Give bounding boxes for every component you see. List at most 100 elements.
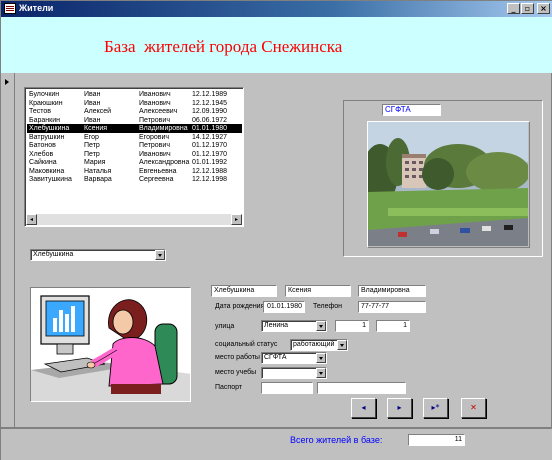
list-item[interactable]: Краюшкин Иван Иванович 12.12.1945 [27, 99, 242, 108]
social-status-combo[interactable]: работающий [290, 339, 348, 351]
patronymic-field[interactable]: Владимировна [358, 285, 426, 297]
resident-first-name: Петр [84, 150, 100, 158]
passport-number-field[interactable] [317, 382, 406, 394]
total-residents-label: Всего жителей в базе: [290, 435, 383, 445]
resident-search-combo[interactable]: Хлебушкина [30, 249, 166, 261]
chevron-down-icon[interactable] [155, 250, 165, 260]
resident-birth-date: 01.01.1992 [192, 159, 228, 166]
resident-patronymic: Алексеевич [139, 108, 178, 115]
residents-window: Жители _ ▫ × База жителей города Снежинс… [0, 0, 552, 460]
record-selector[interactable] [1, 73, 15, 427]
resident-first-name: Иван [84, 116, 101, 124]
resident-first-name: Ксения [84, 125, 108, 132]
form-header: База жителей города Снежинска [1, 17, 552, 73]
list-item[interactable]: Баранкин Иван Петрович 06.06.1972 [27, 116, 242, 125]
list-horizontal-scrollbar[interactable]: ◂ ▸ [26, 214, 242, 225]
chevron-down-icon[interactable] [316, 368, 326, 378]
close-button[interactable]: × [537, 3, 550, 14]
resident-birth-date: 12.12.1988 [192, 167, 228, 175]
resident-first-name: Петр [84, 142, 100, 149]
resident-last-name: Булочкин [29, 91, 60, 98]
resident-first-name: Алексей [84, 108, 112, 115]
photo-caption: СГФТА [382, 104, 441, 116]
resident-first-name: Иван [84, 91, 101, 98]
resident-patronymic: Петрович [139, 142, 170, 149]
resident-patronymic: Владимировна [139, 125, 188, 132]
resident-first-name: Иван [84, 99, 101, 107]
chevron-down-icon[interactable] [316, 321, 326, 331]
phone-field[interactable]: 77-77-77 [358, 301, 426, 313]
window-title: Жители [19, 3, 54, 13]
list-item[interactable]: Маковкина Наталья Евгеньевна 12.12.1988 [27, 167, 242, 176]
resident-first-name: Варвара [84, 176, 112, 183]
new-record-button[interactable]: ▸* [423, 398, 448, 418]
form-icon [4, 3, 16, 14]
resident-last-name: Хлебов [29, 150, 54, 158]
computer-user-clipart [30, 287, 191, 402]
scroll-left-icon[interactable]: ◂ [26, 214, 37, 225]
resident-last-name: Маковкина [29, 167, 65, 175]
workplace-combo[interactable]: СГФТА [261, 352, 327, 364]
resident-last-name: Тестов [29, 108, 52, 115]
resident-last-name: Завитушкина [29, 176, 72, 183]
resident-birth-date: 12.09.1990 [192, 108, 228, 115]
resident-last-name: Батонов [29, 142, 56, 149]
resident-patronymic: Евгеньевна [139, 167, 177, 175]
resident-first-name: Наталья [84, 167, 112, 175]
street-combo[interactable]: Ленина [261, 320, 327, 332]
passport-series-field[interactable] [261, 382, 313, 394]
birth-date-field[interactable]: 01.01.1980 [263, 301, 305, 313]
list-item[interactable]: Хлебушкина Ксения Владимировна 01.01.1980 [27, 124, 242, 133]
minimize-button[interactable]: _ [507, 3, 520, 14]
resident-first-name: Мария [84, 159, 106, 166]
workplace-photo [368, 122, 528, 246]
phone-label: Телефон [313, 303, 343, 310]
workplace-value: СГФТА [264, 354, 287, 361]
resident-patronymic: Иванович [139, 91, 171, 98]
resident-birth-date: 12.12.1989 [192, 91, 228, 98]
first-name-field[interactable]: Ксения [285, 285, 351, 297]
resident-last-name: Ватрушкин [29, 133, 65, 141]
scroll-right-icon[interactable]: ▸ [231, 214, 242, 225]
list-item[interactable]: Ватрушкин Егор Егорович 14.12.1927 [27, 133, 242, 142]
previous-record-button[interactable]: ◂ [351, 398, 376, 418]
chevron-down-icon[interactable] [316, 353, 326, 363]
list-item[interactable]: Булочкин Иван Иванович 12.12.1989 [27, 90, 242, 99]
current-record-arrow-icon [5, 79, 9, 85]
social-status-label: социальный статус [215, 341, 278, 348]
resident-patronymic: Петрович [139, 116, 170, 124]
list-item[interactable]: Батонов Петр Петрович 01.12.1970 [27, 141, 242, 150]
house-field[interactable]: 1 [335, 320, 369, 332]
birth-date-label: Дата рождения [215, 303, 265, 310]
residents-listbox[interactable]: Завитушкина Варвара Сергеевна 12.12.1998 Мак… [24, 87, 244, 227]
apartment-field[interactable]: 1 [376, 320, 410, 332]
resident-search-value: Хлебушкина [33, 251, 74, 258]
social-status-value: работающий [293, 341, 335, 348]
workplace-label: место работы [215, 354, 260, 361]
total-residents-field: 11 [408, 434, 465, 446]
list-item[interactable]: Хлебов Петр Иванович 01.12.1970 [27, 150, 242, 159]
resident-birth-date: 14.12.1927 [192, 133, 228, 141]
next-record-button[interactable]: ▸ [387, 398, 412, 418]
resident-last-name: Сайкина [29, 159, 57, 166]
passport-label: Паспорт [215, 384, 243, 391]
restore-button[interactable]: ▫ [521, 3, 534, 14]
resident-birth-date: 01.01.1980 [192, 125, 228, 132]
chevron-down-icon[interactable] [337, 340, 347, 350]
resident-last-name: Хлебушкина [29, 125, 70, 132]
list-item[interactable]: Сайкина Мария Александровна 01.01.1992 [27, 158, 242, 167]
form-title: База жителей города Снежинска [104, 37, 343, 56]
resident-last-name: Краюшкин [29, 99, 63, 107]
study-combo[interactable] [261, 367, 327, 379]
list-item[interactable]: Тестов Алексей Алексеевич 12.09.1990 [27, 107, 242, 116]
last-name-field[interactable]: Хлебушкина [211, 285, 277, 297]
delete-record-button[interactable]: ✕ [461, 398, 486, 418]
street-value: Ленина [264, 322, 289, 329]
resident-patronymic: Александровна [139, 159, 190, 166]
resident-patronymic: Сергеевна [139, 176, 174, 183]
resident-patronymic: Егорович [139, 133, 170, 141]
list-item[interactable]: Завитушкина Варвара Сергеевна 12.12.1998 [27, 175, 242, 184]
resident-patronymic: Иванович [139, 150, 171, 158]
form-footer [1, 427, 552, 460]
street-label: улица [215, 323, 235, 330]
